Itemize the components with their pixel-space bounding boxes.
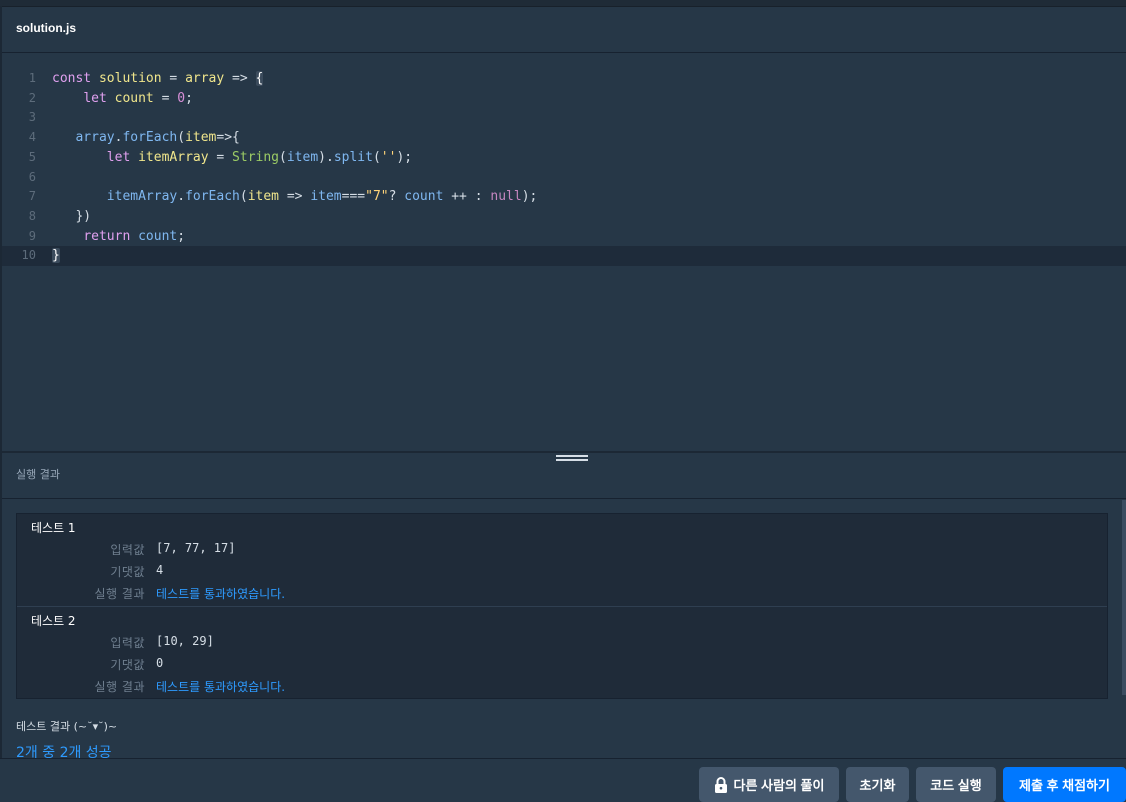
test-input-row: 입력값 〉 [7, 77, 17] — [17, 541, 1107, 563]
reset-label: 초기화 — [859, 778, 896, 793]
expected-value: 0 — [156, 656, 164, 670]
line-number: 7 — [28, 189, 36, 204]
test-case: 테스트 1 입력값 〉 [7, 77, 17] 기댓값 〉 4 실행 결과 〉 … — [17, 514, 1107, 605]
line-number: 6 — [28, 169, 36, 184]
test-expected-row: 기댓값 〉 4 — [17, 563, 1107, 585]
code-line[interactable]: 9 return count; — [2, 227, 1126, 247]
code-text: return count; — [83, 228, 186, 244]
editor-tab-bar: solution.js — [2, 7, 1126, 53]
line-number: 1 — [28, 71, 36, 85]
code-line[interactable]: 8 }) — [2, 207, 1126, 227]
code-line[interactable]: 2 let count = 0; — [2, 89, 1126, 109]
test-results-box: 테스트 1 입력값 〉 [7, 77, 17] 기댓값 〉 4 실행 결과 〉 … — [16, 513, 1108, 699]
other-solutions-label: 다른 사람의 풀이 — [733, 778, 825, 793]
lock-icon — [714, 776, 727, 793]
chevron-right-icon: 〉 — [137, 543, 148, 556]
line-number: 4 — [28, 130, 36, 145]
test-input-row: 입력값 〉 [10, 29] — [17, 634, 1107, 656]
chevron-right-icon: 〉 — [137, 658, 148, 671]
chevron-right-icon: 〉 — [137, 587, 148, 600]
result-value: 테스트를 통과하였습니다. — [156, 587, 286, 601]
other-solutions-button[interactable]: 다른 사람의 풀이 — [699, 767, 839, 802]
file-tab[interactable]: solution.js — [16, 21, 76, 35]
top-strip — [0, 0, 1126, 7]
line-number: 9 — [28, 228, 36, 243]
code-text: const solution = array => { — [52, 71, 264, 86]
reset-button[interactable]: 초기화 — [846, 767, 909, 802]
line-number: 3 — [28, 110, 36, 125]
line-number: 5 — [28, 149, 36, 164]
submit-label: 제출 후 채점하기 — [1019, 778, 1110, 793]
chevron-right-icon: 〉 — [137, 680, 148, 693]
run-code-label: 코드 실행 — [930, 778, 982, 793]
test-case: 테스트 2 입력값 〉 [10, 29] 기댓값 〉 0 실행 결과 〉 테스트… — [17, 606, 1107, 698]
test-result-row: 실행 결과 〉 테스트를 통과하였습니다. — [17, 678, 1107, 700]
test-title: 테스트 2 — [31, 614, 76, 628]
input-value: [10, 29] — [156, 634, 214, 648]
submit-button[interactable]: 제출 후 채점하기 — [1003, 767, 1126, 802]
line-number: 2 — [28, 90, 36, 105]
result-value: 테스트를 통과하였습니다. — [156, 680, 286, 694]
result-title: 실행 결과 — [16, 468, 60, 481]
line-number: 10 — [21, 248, 36, 263]
code-text: } — [52, 248, 60, 264]
chevron-right-icon: 〉 — [137, 565, 148, 578]
code-text: }) — [52, 208, 92, 224]
code-text: array.forEach(item=>{ — [75, 130, 240, 146]
code-line[interactable]: 1 const solution = array => { — [2, 69, 1126, 89]
test-title: 테스트 1 — [31, 521, 76, 535]
code-text: itemArray.forEach(item => item==="7"? co… — [106, 189, 538, 205]
action-bar: 다른 사람의 풀이 초기화 코드 실행 제출 후 채점하기 — [0, 758, 1126, 802]
code-line[interactable]: 6 — [2, 168, 1126, 188]
expected-value: 4 — [156, 563, 164, 577]
test-result-row: 실행 결과 〉 테스트를 통과하였습니다. — [17, 585, 1107, 607]
drag-handle-icon[interactable] — [556, 455, 588, 463]
code-line[interactable]: 3 — [2, 108, 1126, 128]
code-line[interactable]: 7 itemArray.forEach(item => item==="7"? … — [2, 187, 1126, 207]
line-number: 8 — [28, 208, 36, 223]
code-text: let count = 0; — [83, 90, 193, 106]
chevron-right-icon: 〉 — [137, 636, 148, 649]
scrollbar[interactable] — [1122, 500, 1126, 695]
code-text: let itemArray = String(item).split(''); — [106, 149, 413, 165]
code-line[interactable]: 5 let itemArray = String(item).split('')… — [2, 148, 1126, 168]
test-expected-row: 기댓값 〉 0 — [17, 656, 1107, 678]
code-line[interactable]: 4 array.forEach(item=>{ — [2, 128, 1126, 148]
code-line[interactable]: 10 } — [2, 246, 1126, 266]
code-editor[interactable]: 1 const solution = array => { 2 let coun… — [2, 53, 1126, 451]
summary-label: 테스트 결과 (~˘▾˘)~ — [16, 720, 118, 733]
input-value: [7, 77, 17] — [156, 541, 236, 555]
run-code-button[interactable]: 코드 실행 — [916, 767, 996, 802]
